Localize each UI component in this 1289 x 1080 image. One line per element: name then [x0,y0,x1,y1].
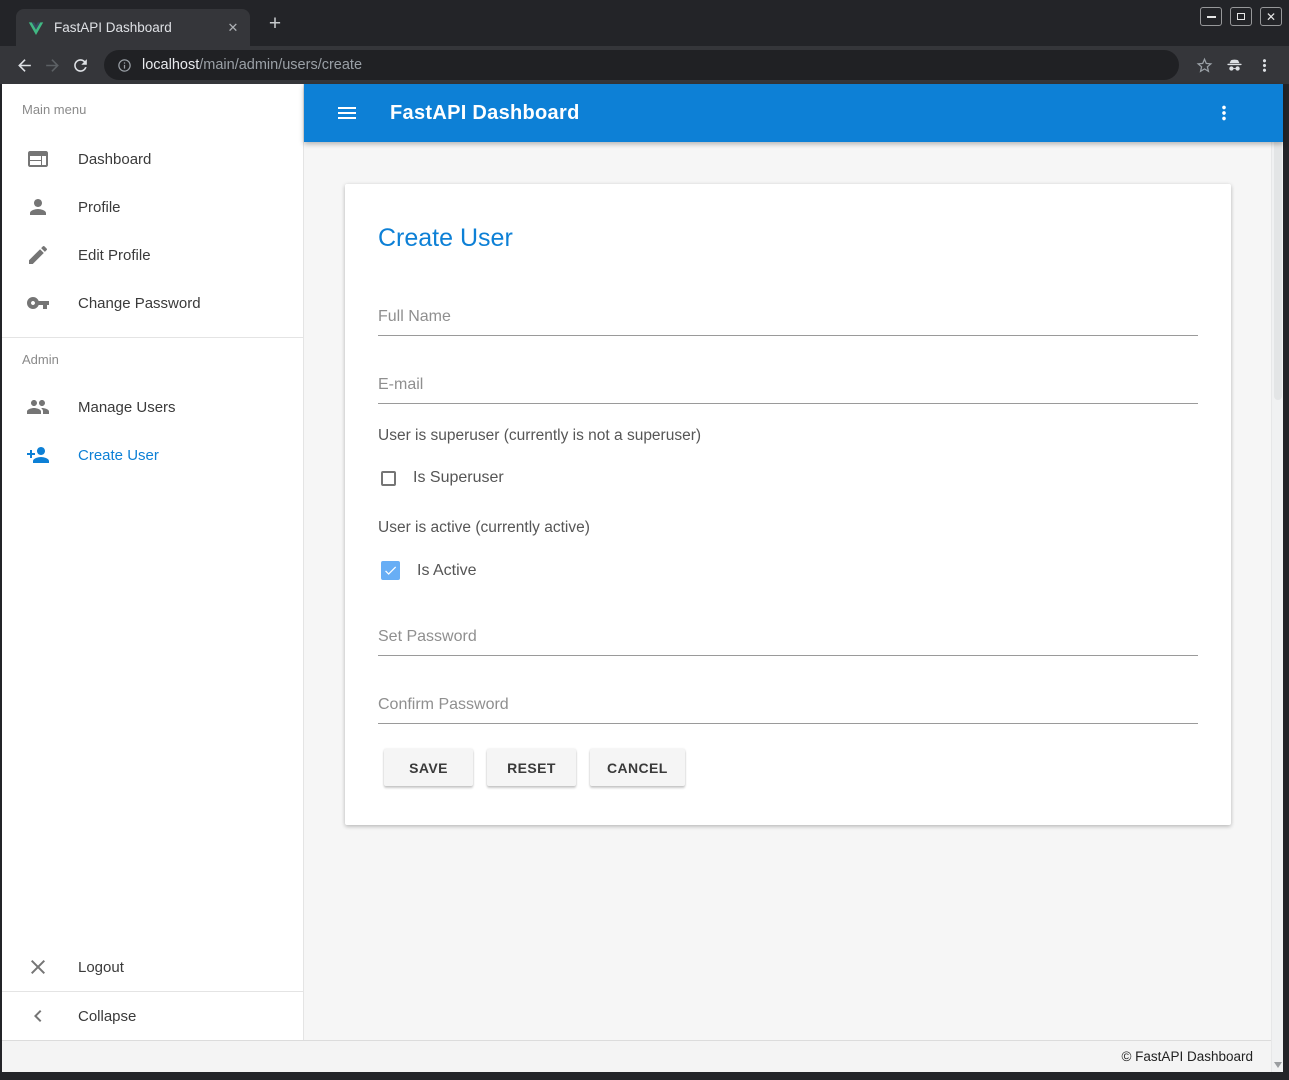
pencil-icon [26,243,50,267]
admin-section-label: Admin [2,338,303,383]
maximize-icon [1237,13,1245,20]
hamburger-menu-button[interactable] [332,98,362,128]
app-title: FastAPI Dashboard [390,102,580,125]
url-path: /main/admin/users/create [199,57,362,73]
form-actions: SAVE RESET CANCEL [384,749,685,786]
page: Main menu Dashboard Profile Edit Profile… [2,84,1283,1072]
back-button[interactable] [10,51,38,79]
sidebar-item-label: Edit Profile [78,247,151,264]
sidebar-item-manage-users[interactable]: Manage Users [2,383,303,431]
full-name-input[interactable] [378,302,1198,336]
confirm-password-field-wrap [378,690,1198,724]
person-add-icon [26,443,50,467]
bookmark-button[interactable] [1189,50,1219,80]
maximize-button[interactable] [1230,7,1252,26]
app-bar: FastAPI Dashboard [304,84,1283,142]
scroll-down-arrow-icon[interactable] [1274,1062,1282,1068]
close-window-button[interactable]: ✕ [1260,7,1282,26]
forward-arrow-icon [43,56,62,75]
browser-toolbar: localhost/main/admin/users/create [0,46,1289,84]
checkbox-checked-icon[interactable] [381,561,400,580]
star-icon [1195,56,1214,75]
address-bar[interactable]: localhost/main/admin/users/create [104,50,1179,80]
url-host: localhost [142,57,199,73]
sidebar-item-label: Create User [78,447,159,464]
key-icon [26,291,50,315]
sidebar-item-label: Dashboard [78,151,151,168]
browser-menu-button[interactable] [1249,50,1279,80]
sidebar-spacer [2,479,303,943]
sidebar-item-logout[interactable]: Logout [2,943,303,991]
create-user-card: Create User User is superuser (currently… [345,184,1231,825]
sidebar-item-label: Change Password [78,295,201,312]
sidebar-item-label: Logout [78,959,124,976]
email-field-wrap [378,370,1198,404]
confirm-password-input[interactable] [378,690,1198,724]
full-name-field-wrap [378,302,1198,336]
tab-close-icon[interactable]: ✕ [224,19,242,37]
tab-title: FastAPI Dashboard [54,20,224,35]
main-menu-label: Main menu [2,102,303,135]
more-vert-icon [1213,102,1235,124]
sidebar-item-profile[interactable]: Profile [2,183,303,231]
footer: © FastAPI Dashboard [2,1040,1283,1072]
tab-bar: FastAPI Dashboard ✕ + ✕ [0,0,1289,46]
page-title: Create User [378,224,513,253]
vue-logo-icon [28,20,44,36]
sidebar: Main menu Dashboard Profile Edit Profile… [2,84,304,1040]
reload-icon [71,56,90,75]
superuser-note: User is superuser (currently is not a su… [378,427,701,445]
minimize-button[interactable] [1200,7,1222,26]
checkbox-label: Is Active [417,562,477,580]
browser-tab[interactable]: FastAPI Dashboard ✕ [16,9,250,46]
email-input[interactable] [378,370,1198,404]
checkbox-label: Is Superuser [413,469,504,487]
set-password-input[interactable] [378,622,1198,656]
incognito-badge [1219,50,1249,80]
web-icon [26,147,50,171]
close-icon: ✕ [1266,11,1276,23]
checkbox-unchecked-icon[interactable] [381,471,396,486]
check-icon [383,563,398,578]
sidebar-item-edit-profile[interactable]: Edit Profile [2,231,303,279]
hamburger-icon [335,101,359,125]
browser-window: FastAPI Dashboard ✕ + ✕ localhost/main/a… [0,0,1289,1080]
set-password-field-wrap [378,622,1198,656]
is-active-checkbox-row[interactable]: Is Active [381,561,477,580]
sidebar-item-dashboard[interactable]: Dashboard [2,135,303,183]
sidebar-item-label: Profile [78,199,121,216]
sidebar-item-create-user[interactable]: Create User [2,431,303,479]
page-scrollbar[interactable] [1271,84,1283,1072]
sidebar-item-label: Manage Users [78,399,176,416]
sidebar-item-label: Collapse [78,1008,136,1025]
people-icon [26,395,50,419]
save-button[interactable]: SAVE [384,749,473,786]
reset-button[interactable]: RESET [487,749,576,786]
more-vert-icon [1255,56,1274,75]
minimize-icon [1207,16,1216,18]
window-controls: ✕ [1200,7,1282,26]
info-icon [117,58,132,73]
content-area: Create User User is superuser (currently… [304,142,1283,1040]
incognito-icon [1225,56,1244,75]
chevron-left-icon [26,1004,50,1028]
new-tab-button[interactable]: + [262,11,288,37]
reload-button[interactable] [66,51,94,79]
forward-button[interactable] [38,51,66,79]
cancel-button[interactable]: CANCEL [590,749,685,786]
active-note: User is active (currently active) [378,519,590,537]
back-arrow-icon [15,56,34,75]
sidebar-item-collapse[interactable]: Collapse [2,992,303,1040]
scrollbar-thumb[interactable] [1274,100,1282,400]
main-area: FastAPI Dashboard Create User [304,84,1283,1040]
sidebar-item-change-password[interactable]: Change Password [2,279,303,327]
close-icon [26,955,50,979]
person-icon [26,195,50,219]
footer-copyright: © FastAPI Dashboard [1121,1049,1253,1064]
is-superuser-checkbox-row[interactable]: Is Superuser [381,469,504,487]
appbar-menu-button[interactable] [1209,98,1239,128]
